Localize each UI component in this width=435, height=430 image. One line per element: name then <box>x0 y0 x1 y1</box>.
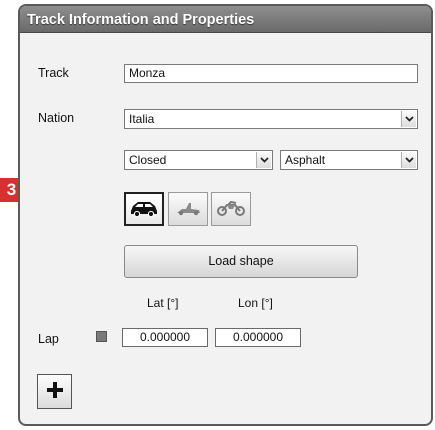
motorbike-icon <box>216 200 246 219</box>
lat-column-header: Lat [°] <box>147 296 179 310</box>
track-properties-window: Track Information and Properties Track M… <box>18 4 433 426</box>
lap-latitude-input[interactable]: 0.000000 <box>122 328 208 347</box>
load-shape-button[interactable]: Load shape <box>124 245 358 278</box>
lap-row-label: Lap <box>38 332 59 346</box>
nation-select-value: Italia <box>129 112 155 126</box>
circuit-type-select[interactable]: Closed <box>124 150 273 170</box>
plus-icon <box>46 381 64 402</box>
surface-value: Asphalt <box>285 153 326 167</box>
add-point-button[interactable] <box>37 374 72 409</box>
track-name-input[interactable]: Monza <box>124 64 418 83</box>
circuit-type-value: Closed <box>129 153 167 167</box>
kart-icon <box>174 200 202 219</box>
chevron-down-icon[interactable] <box>401 152 416 168</box>
vehicle-kart-button[interactable] <box>168 192 208 226</box>
window-title: Track Information and Properties <box>20 6 431 33</box>
vehicle-car-button[interactable] <box>124 192 164 226</box>
car-icon <box>129 199 159 220</box>
chevron-down-icon[interactable] <box>401 111 416 127</box>
lap-color-swatch[interactable] <box>96 331 107 342</box>
lap-longitude-input[interactable]: 0.000000 <box>215 328 301 347</box>
vehicle-motorbike-button[interactable] <box>211 192 251 226</box>
nation-select[interactable]: Italia <box>124 109 418 129</box>
nation-label: Nation <box>38 111 75 125</box>
lon-column-header: Lon [°] <box>238 296 273 310</box>
surface-select[interactable]: Asphalt <box>280 150 418 170</box>
chevron-down-icon[interactable] <box>256 152 271 168</box>
track-label: Track <box>38 66 69 80</box>
